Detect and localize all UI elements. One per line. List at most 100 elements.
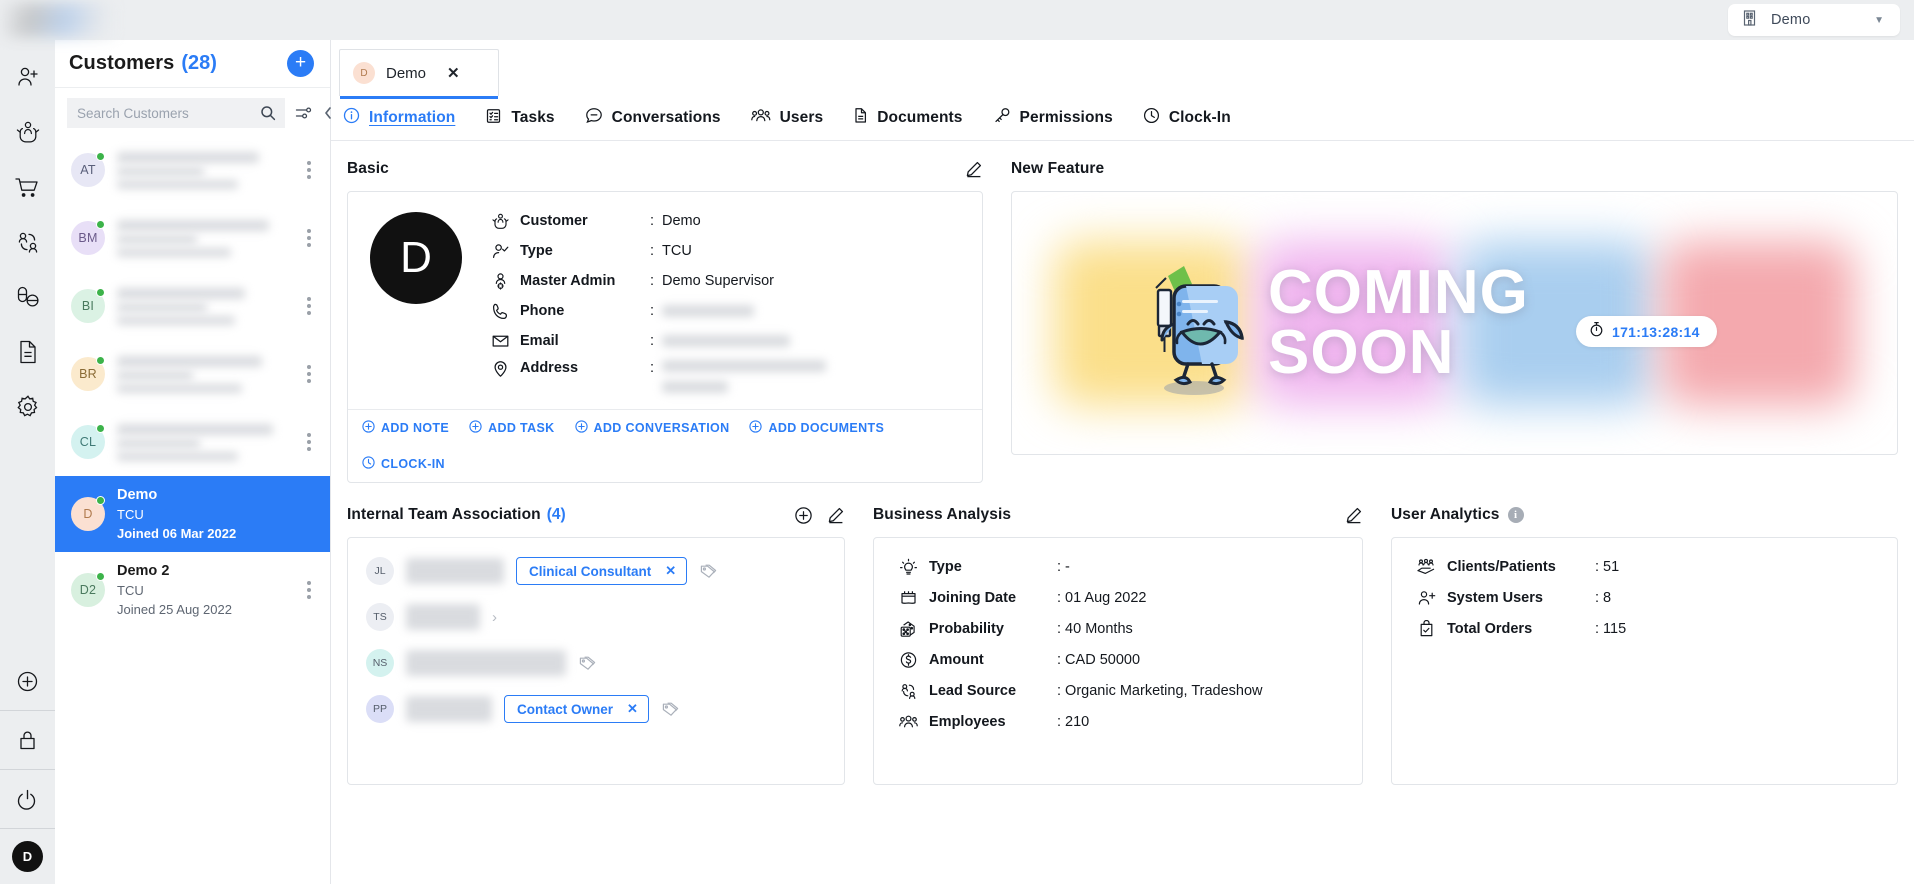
new-feature-header: New Feature	[1011, 153, 1898, 185]
avatar-wrapper: D2	[71, 572, 105, 607]
action-label: ADD NOTE	[381, 421, 450, 435]
add-conversation-button[interactable]: ADD CONVERSATION	[574, 420, 730, 436]
tags-icon[interactable]	[578, 655, 597, 672]
info-icon[interactable]: i	[1507, 507, 1524, 523]
main-panel: D Demo ✕ Information Tasks Conversations…	[331, 40, 1914, 884]
org-switcher[interactable]: Demo ▼	[1728, 4, 1900, 36]
role-chip[interactable]: Clinical Consultant ✕	[516, 557, 688, 585]
chevron-down-icon[interactable]: ▼	[1874, 15, 1884, 26]
search-input[interactable]	[77, 105, 254, 121]
row-menu-button[interactable]	[302, 297, 316, 315]
clock-in-button[interactable]: CLOCK-IN	[362, 456, 445, 472]
tab-information[interactable]: Information	[343, 107, 455, 129]
users-network-icon[interactable]	[13, 227, 43, 257]
pencil-icon[interactable]	[1345, 506, 1363, 524]
tab-label: Conversations	[611, 109, 721, 126]
add-documents-button[interactable]: ADD DOCUMENTS	[749, 420, 884, 436]
field-probability: Probability : 40 Months	[896, 618, 1344, 640]
field-label: Clients/Patients	[1447, 559, 1556, 575]
section-title: Basic	[347, 160, 389, 177]
tags-icon[interactable]	[661, 701, 680, 718]
team-member-row[interactable]: TS ›	[366, 600, 826, 634]
team-member-row[interactable]: JL Clinical Consultant ✕	[366, 554, 826, 588]
close-icon[interactable]: ✕	[447, 64, 460, 82]
field-label: Amount	[929, 652, 984, 668]
mascot-illustration	[1132, 248, 1250, 398]
action-label: ADD TASK	[488, 421, 555, 435]
plus-circle-icon[interactable]	[794, 506, 813, 525]
pills-icon[interactable]	[13, 282, 43, 312]
list-item[interactable]: BM	[55, 204, 330, 272]
bottom-row: Internal Team Association (4) JL Clinica…	[347, 499, 1898, 785]
list-item[interactable]: BR	[55, 340, 330, 408]
search-icon[interactable]	[260, 105, 276, 121]
avatar[interactable]: D	[12, 841, 43, 872]
row-menu-button[interactable]	[302, 433, 316, 451]
online-indicator	[96, 496, 105, 505]
tags-icon[interactable]	[699, 563, 718, 580]
list-item[interactable]: AT	[55, 136, 330, 204]
list-item[interactable]: D2 Demo 2 TCU Joined 25 Aug 2022	[55, 552, 330, 628]
redacted-joined	[117, 451, 239, 461]
customer-info	[117, 423, 290, 461]
gear-icon[interactable]	[13, 392, 43, 422]
customer-list-header: Customers (28) +	[55, 40, 330, 88]
timer-value: 171:13:28:14	[1612, 323, 1700, 340]
row-menu-button[interactable]	[302, 365, 316, 383]
pencil-icon[interactable]	[827, 506, 845, 524]
chevron-right-icon[interactable]: ›	[492, 609, 497, 626]
tab-documents[interactable]: Documents	[853, 107, 962, 129]
shopping-cart-icon[interactable]	[13, 172, 43, 202]
list-item[interactable]: CL	[55, 408, 330, 476]
close-icon[interactable]: ✕	[665, 563, 676, 579]
field-value: : 01 Aug 2022	[1057, 590, 1147, 606]
customer-type: TCU	[117, 507, 144, 522]
row-menu-button[interactable]	[302, 229, 316, 247]
customer-name: Demo 2	[117, 563, 170, 579]
plus-circle-icon[interactable]	[13, 666, 43, 696]
redacted-joined	[117, 179, 239, 189]
tasklist-icon	[485, 107, 502, 129]
lock-icon[interactable]	[13, 725, 43, 755]
tab-demo[interactable]: D Demo ✕	[339, 49, 499, 99]
users-network-icon	[896, 682, 920, 700]
add-customer-button[interactable]: +	[287, 50, 314, 77]
row-menu-button[interactable]	[302, 581, 316, 599]
phone-icon	[488, 302, 512, 320]
add-note-button[interactable]: ADD NOTE	[362, 420, 449, 436]
tab-permissions[interactable]: Permissions	[993, 107, 1113, 129]
redacted-name	[117, 151, 259, 163]
left-nav-rail: D	[0, 40, 55, 884]
plus-circle-icon	[362, 420, 375, 436]
dice-icon	[896, 620, 920, 638]
team-member-row[interactable]: PP Contact Owner ✕	[366, 692, 826, 726]
team-member-row[interactable]: NS	[366, 646, 826, 680]
close-icon[interactable]: ✕	[627, 701, 638, 717]
search-box[interactable]	[67, 98, 285, 128]
action-label: CLOCK-IN	[381, 457, 445, 471]
document-icon[interactable]	[13, 337, 43, 367]
building-icon	[1742, 9, 1759, 32]
field-type: Type : TCU	[488, 240, 964, 262]
pencil-icon[interactable]	[965, 160, 983, 178]
role-chip[interactable]: Contact Owner ✕	[504, 695, 649, 723]
tab-tasks[interactable]: Tasks	[485, 107, 555, 129]
list-item-selected[interactable]: D Demo TCU Joined 06 Mar 2022	[55, 476, 330, 552]
filter-sliders-icon[interactable]	[295, 105, 312, 121]
tab-conversations[interactable]: Conversations	[585, 107, 721, 129]
field-employees: Employees : 210	[896, 711, 1344, 733]
tab-users[interactable]: Users	[750, 107, 824, 129]
field-amount: Amount : CAD 50000	[896, 649, 1344, 671]
divider	[0, 828, 55, 829]
customer-list[interactable]: AT BM BI BR CL D Demo TCU Joined 06 Mar …	[55, 136, 330, 884]
power-icon[interactable]	[13, 784, 43, 814]
avatar-wrapper: AT	[71, 152, 105, 187]
tab-clock-in[interactable]: Clock-In	[1143, 107, 1231, 129]
row-menu-button[interactable]	[302, 161, 316, 179]
list-item[interactable]: BI	[55, 272, 330, 340]
user-plus-icon[interactable]	[13, 62, 43, 92]
add-task-button[interactable]: ADD TASK	[469, 420, 554, 436]
field-value: : Demo Supervisor	[650, 273, 775, 289]
redacted-joined	[117, 383, 242, 393]
hands-care-icon[interactable]	[13, 117, 43, 147]
